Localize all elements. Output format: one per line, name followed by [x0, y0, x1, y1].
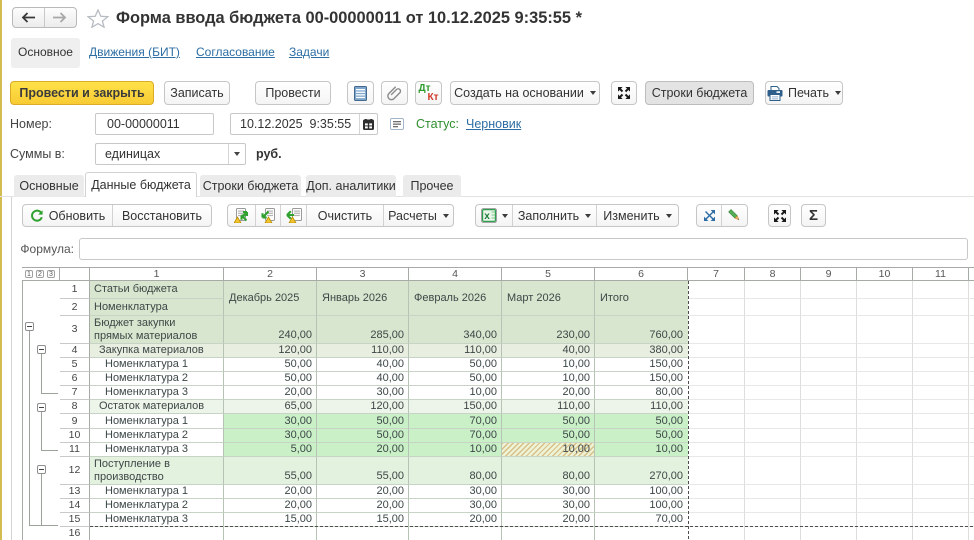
svg-text:x: x — [484, 211, 490, 222]
